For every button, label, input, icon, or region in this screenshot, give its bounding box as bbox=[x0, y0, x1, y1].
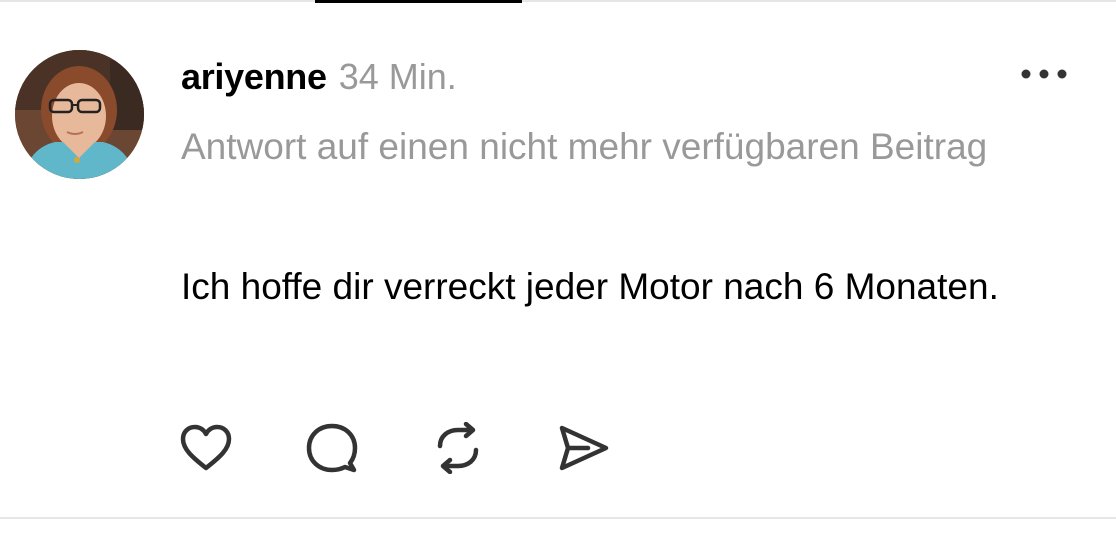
share-button[interactable] bbox=[552, 418, 616, 478]
bottom-divider bbox=[0, 517, 1116, 519]
reply-context: Antwort auf einen nicht mehr verfügbaren… bbox=[181, 126, 988, 167]
reply-button[interactable] bbox=[300, 418, 364, 478]
send-icon bbox=[559, 425, 609, 471]
heart-icon bbox=[180, 424, 232, 471]
timestamp: 34 Min. bbox=[338, 56, 457, 97]
like-button[interactable] bbox=[174, 418, 238, 478]
action-bar bbox=[174, 418, 616, 478]
post-header: ariyenne 34 Min. bbox=[181, 52, 457, 102]
top-divider bbox=[0, 0, 1116, 2]
post-body: Ich hoffe dir verreckt jeder Motor nach … bbox=[181, 266, 999, 307]
active-tab-indicator bbox=[315, 0, 522, 3]
more-options-button[interactable] bbox=[1013, 58, 1075, 90]
comment-bubble-icon bbox=[306, 423, 358, 473]
repost-button[interactable] bbox=[426, 418, 490, 478]
more-horizontal-icon bbox=[1021, 69, 1067, 79]
avatar[interactable] bbox=[15, 50, 144, 179]
repost-icon bbox=[437, 422, 479, 474]
username[interactable]: ariyenne bbox=[181, 56, 327, 98]
